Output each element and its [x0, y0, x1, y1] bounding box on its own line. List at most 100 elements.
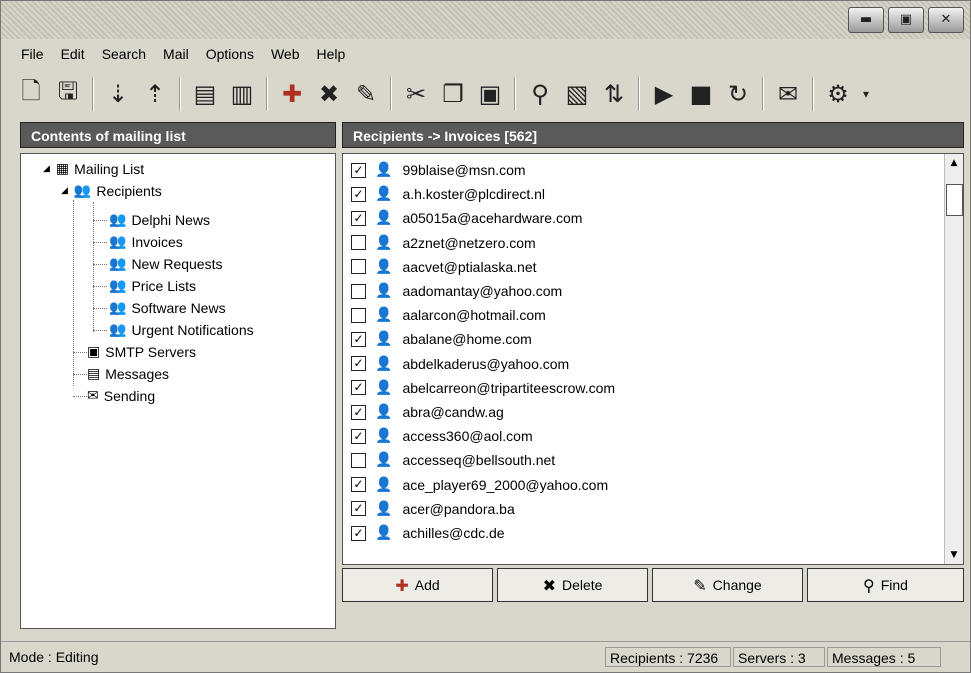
tree-item-software-news[interactable]: 👥 Software News — [109, 297, 226, 319]
menu-file[interactable]: File — [21, 46, 44, 62]
tree-panel-title: Contents of mailing list — [20, 122, 336, 148]
expanded-arrow-icon[interactable]: ◢ — [43, 164, 50, 174]
recipient-checkbox[interactable]: ✓ — [351, 356, 366, 372]
recipient-row[interactable]: 👤 accesseq@bellsouth.net — [351, 448, 555, 472]
new-icon[interactable]: 🗋 — [17, 77, 45, 111]
book-icon[interactable]: ▥ — [228, 77, 256, 111]
recipient-row[interactable]: 👤 aalarcon@hotmail.com — [351, 303, 546, 327]
stop-icon[interactable]: ■ — [687, 77, 715, 111]
recipient-row[interactable]: ✓ 👤 acer@pandora.ba — [351, 497, 515, 521]
scroll-up-arrow-icon[interactable]: ▲ — [945, 154, 963, 172]
tree-line — [93, 308, 107, 309]
scroll-down-arrow-icon[interactable]: ▼ — [945, 546, 963, 564]
title-bar: ▬ ▣ ✕ — [1, 1, 970, 39]
db-icon[interactable]: ▤ — [191, 77, 219, 111]
recipients-list[interactable]: ✓ 👤 99blaise@msn.com ✓ 👤 a.h.koster@plcdirect… — [342, 153, 964, 565]
recipient-row[interactable]: ✓ 👤 99blaise@msn.com — [351, 158, 526, 182]
import-icon[interactable]: ⇣ — [104, 77, 132, 111]
tree-item-invoices[interactable]: 👥 Invoices — [109, 231, 183, 253]
chevron-down-icon[interactable]: ▾ — [861, 77, 871, 111]
menu-help[interactable]: Help — [317, 46, 346, 62]
refresh-icon[interactable]: ↻ — [724, 77, 752, 111]
recipient-row[interactable]: ✓ 👤 abdelkaderus@yahoo.com — [351, 352, 569, 376]
group-icon: 👥 — [109, 256, 127, 272]
tree-item-price-lists[interactable]: 👥 Price Lists — [109, 275, 196, 297]
toolbar-separator — [390, 77, 392, 111]
menu-mail[interactable]: Mail — [163, 46, 189, 62]
recipient-checkbox[interactable]: ✓ — [351, 501, 366, 517]
recipient-row[interactable]: 👤 a2znet@netzero.com — [351, 231, 536, 255]
recipient-email: ace_player69_2000@yahoo.com — [402, 476, 609, 493]
expanded-arrow-icon[interactable]: ◢ — [61, 186, 68, 196]
mail-icon[interactable]: ✉ — [774, 77, 802, 111]
search-icon[interactable]: ⚲ — [526, 77, 554, 111]
add-icon[interactable]: ✚ — [278, 77, 306, 111]
save-icon[interactable]: 🖫 — [54, 77, 82, 111]
recipient-row[interactable]: ✓ 👤 abra@candw.ag — [351, 400, 504, 424]
copy-icon[interactable]: ❐ — [439, 77, 467, 111]
recipient-row[interactable]: ✓ 👤 ace_player69_2000@yahoo.com — [351, 473, 608, 497]
sort-icon[interactable]: ⇅ — [600, 77, 628, 111]
tree-item-messages[interactable]: ▤ Messages — [87, 363, 169, 385]
person-icon: 👤 — [375, 331, 393, 348]
delete-icon[interactable]: ✖ — [315, 77, 343, 111]
menu-web[interactable]: Web — [271, 46, 300, 62]
delete-button[interactable]: ✖ Delete — [497, 568, 648, 602]
minimize-button[interactable]: ▬ — [848, 7, 884, 33]
recipient-checkbox[interactable]: ✓ — [351, 331, 366, 347]
cut-icon[interactable]: ✂ — [402, 77, 430, 111]
tree-item-mailing-list[interactable]: ◢ ▦ Mailing List — [43, 158, 144, 180]
menu-bar: File Edit Search Mail Options Web Help — [1, 41, 970, 67]
toolbar-separator — [514, 77, 516, 111]
recipient-row[interactable]: 👤 aadomantay@yahoo.com — [351, 279, 562, 303]
close-button[interactable]: ✕ — [928, 7, 964, 33]
recipient-row[interactable]: ✓ 👤 abalane@home.com — [351, 327, 532, 351]
recipient-checkbox[interactable] — [351, 452, 366, 468]
recipient-checkbox[interactable]: ✓ — [351, 404, 366, 420]
window-controls: ▬ ▣ ✕ — [848, 7, 964, 33]
recipient-checkbox[interactable]: ✓ — [351, 525, 366, 541]
tree-item-smtp-servers[interactable]: ▣ SMTP Servers — [87, 341, 196, 363]
find-doc-icon[interactable]: ▧ — [563, 77, 591, 111]
find-button[interactable]: ⚲ Find — [807, 568, 964, 602]
person-icon: 👤 — [375, 404, 393, 420]
scrollbar-thumb[interactable] — [946, 184, 963, 216]
menu-edit[interactable]: Edit — [61, 46, 85, 62]
recipient-row[interactable]: ✓ 👤 a05015a@acehardware.com — [351, 206, 582, 230]
maximize-button[interactable]: ▣ — [888, 7, 924, 33]
recipient-row[interactable]: ✓ 👤 a.h.koster@plcdirect.nl — [351, 182, 545, 206]
recipient-checkbox[interactable] — [351, 235, 366, 251]
recipient-checkbox[interactable] — [351, 259, 366, 275]
recipient-row[interactable]: ✓ 👤 achilles@cdc.de — [351, 521, 505, 545]
recipient-row[interactable]: 👤 aacvet@ptialaska.net — [351, 255, 537, 279]
vertical-scrollbar[interactable]: ▲ ▼ — [944, 154, 963, 564]
menu-options[interactable]: Options — [206, 46, 254, 62]
tree-item-urgent-notifications[interactable]: 👥 Urgent Notifications — [109, 319, 254, 341]
tree-item-delphi-news[interactable]: 👥 Delphi News — [109, 209, 210, 231]
edit-icon[interactable]: ✎ — [352, 77, 380, 111]
export-icon[interactable]: ⇡ — [141, 77, 169, 111]
recipient-checkbox[interactable]: ✓ — [351, 162, 366, 178]
recipient-row[interactable]: ✓ 👤 abelcarreon@tripartiteescrow.com — [351, 376, 615, 400]
play-icon[interactable]: ▶ — [650, 77, 678, 111]
recipient-checkbox[interactable] — [351, 283, 366, 299]
menu-search[interactable]: Search — [102, 46, 146, 62]
change-button[interactable]: ✎ Change — [652, 568, 803, 602]
recipient-row[interactable]: ✓ 👤 access360@aol.com — [351, 424, 533, 448]
recipient-checkbox[interactable]: ✓ — [351, 380, 366, 396]
recipient-checkbox[interactable] — [351, 307, 366, 323]
status-messages: Messages : 5 — [827, 647, 941, 667]
recipient-email: abelcarreon@tripartiteescrow.com — [402, 379, 616, 396]
mailing-list-tree[interactable]: ◢ ▦ Mailing List ◢ 👥 Recipients 👥 Delphi… — [20, 153, 336, 629]
tree-item-sending[interactable]: ✉ Sending — [87, 385, 155, 407]
recipient-checkbox[interactable]: ✓ — [351, 477, 366, 493]
add-button[interactable]: ✚ Add — [342, 568, 493, 602]
recipient-checkbox[interactable]: ✓ — [351, 210, 366, 226]
recipient-checkbox[interactable]: ✓ — [351, 428, 366, 444]
database-icon: ▦ — [55, 161, 70, 177]
tree-item-recipients[interactable]: ◢ 👥 Recipients — [61, 180, 162, 202]
paste-icon[interactable]: ▣ — [476, 77, 504, 111]
settings-icon[interactable]: ⚙ — [824, 77, 852, 111]
recipient-checkbox[interactable]: ✓ — [351, 186, 366, 202]
tree-item-new-requests[interactable]: 👥 New Requests — [109, 253, 222, 275]
